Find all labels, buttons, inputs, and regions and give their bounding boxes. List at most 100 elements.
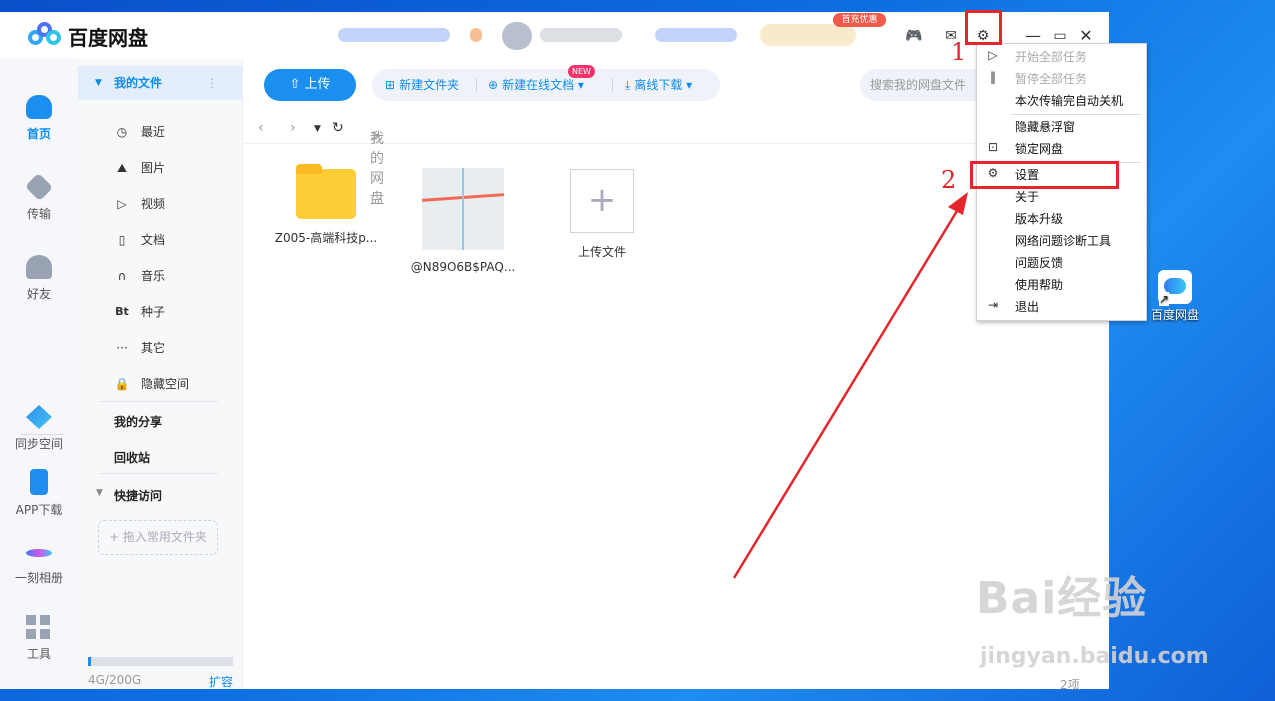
plus-icon: + (570, 169, 634, 233)
pause-icon: ‖ (990, 70, 996, 84)
blurred-region (338, 28, 450, 42)
game-icon[interactable]: 🎮 (904, 26, 924, 46)
promo-badge: 首充优惠 (833, 13, 886, 27)
sidebar-my-files[interactable]: ▼ 我的文件 ⋮ (78, 66, 242, 100)
divider (98, 401, 218, 402)
annotation-step-2: 2 (941, 166, 957, 194)
quota-bar (88, 657, 233, 666)
sidebar-item-label: 其它 (141, 341, 166, 355)
blurred-region (470, 28, 482, 42)
left-nav: 首页 传输 好友 同步空间 APP下载 一刻相册 工具 (0, 59, 78, 689)
sidebar-item-label: 图片 (141, 161, 166, 175)
quick-access-label: 快捷访问 (114, 489, 163, 503)
back-icon[interactable]: ‹ (258, 120, 264, 136)
bt-icon: Bt (115, 305, 129, 318)
baidu-jingyan-watermark: Bai经验 jingyan.baidu.com (976, 562, 1209, 669)
doc-plus-icon: ⊕ (488, 78, 499, 92)
friends-icon (26, 255, 52, 279)
more-vertical-icon[interactable]: ⋮ (206, 66, 218, 100)
avatar[interactable] (502, 22, 532, 50)
file-item[interactable]: Z005-高端科技p... (271, 157, 381, 246)
menu-item-lock[interactable]: 锁定网盘 (1015, 139, 1063, 159)
blurred-username (540, 28, 622, 42)
vip-button[interactable] (760, 24, 856, 46)
headphone-icon: ∩ (117, 269, 127, 283)
nav-album[interactable]: 一刻相册 (0, 539, 78, 586)
blurred-region (655, 28, 737, 42)
drop-folder-area[interactable]: + 拖入常用文件夹 (98, 520, 218, 555)
nav-friends[interactable]: 好友 (0, 255, 78, 302)
sidebar-item-label: 文档 (141, 233, 166, 247)
transfer-icon (24, 172, 54, 202)
title-bar: 百度网盘 首充优惠 🎮 ✉ ⚙ — ▭ ✕ (0, 12, 1109, 59)
nav-transfer-label: 传输 (26, 207, 51, 221)
new-folder-button[interactable]: ⊞ 新建文件夹 (385, 69, 459, 101)
nav-sync-space[interactable]: 同步空间 (0, 405, 78, 452)
quota-text: 4G/200G (88, 673, 142, 687)
offline-download-button[interactable]: ⤓ 离线下载 ▾ (625, 69, 692, 101)
cloud-icon (26, 95, 52, 119)
sidebar-item-label: 种子 (141, 305, 166, 319)
forward-icon[interactable]: › (290, 120, 296, 136)
file-toolbar: ⊞ 新建文件夹 ⊕ 新建在线文档 ▾ NEW ⤓ 离线下载 ▾ (372, 65, 720, 101)
refresh-icon[interactable]: ↻ (332, 120, 344, 136)
sidebar-item-label: 视频 (141, 197, 166, 211)
menu-item-about[interactable]: 关于 (1015, 187, 1039, 207)
sidebar-recycle-bin[interactable]: 回收站 (114, 449, 150, 466)
document-icon: ▯ (118, 233, 126, 247)
nav-app-download[interactable]: APP下载 (0, 469, 78, 518)
divider (476, 78, 477, 92)
menu-item-auto-shutdown[interactable]: 本次传输完自动关机 (1015, 91, 1123, 111)
nav-tools-label: 工具 (26, 647, 51, 661)
menu-item-pause-all[interactable]: 暂停全部任务 (1015, 69, 1087, 89)
sync-icon (26, 405, 52, 429)
menu-item-start-all[interactable]: 开始全部任务 (1015, 47, 1087, 67)
image-thumbnail (422, 168, 504, 250)
annotation-box-settings (970, 161, 1119, 189)
image-icon: ⛰ (116, 161, 128, 175)
history-dropdown-icon[interactable]: ▼ (314, 124, 321, 134)
menu-item-hide-float[interactable]: 隐藏悬浮窗 (1015, 117, 1075, 137)
upload-button[interactable]: ⇧ 上传 (264, 69, 356, 101)
nav-transfer[interactable]: 传输 (0, 172, 78, 222)
menu-item-exit[interactable]: 退出 (1015, 297, 1039, 317)
divider (98, 473, 218, 474)
nav-album-label: 一刻相册 (14, 571, 63, 585)
sidebar-quick-access[interactable]: ▼ 快捷访问 (96, 487, 163, 504)
phone-icon (30, 469, 48, 495)
baidu-netdisk-logo-icon (28, 22, 62, 48)
chevron-down-icon: ▼ (95, 78, 102, 88)
lock-icon: ⊡ (987, 140, 999, 154)
new-online-doc-label: 新建在线文档 (502, 78, 575, 92)
menu-item-feedback[interactable]: 问题反馈 (1015, 253, 1063, 273)
new-badge: NEW (568, 65, 595, 78)
menu-item-network-diagnose[interactable]: 网络问题诊断工具 (1015, 231, 1111, 251)
menu-item-help[interactable]: 使用帮助 (1015, 275, 1063, 295)
quota-bar-fill (88, 657, 91, 666)
lock-icon: 🔒 (114, 377, 130, 391)
annotation-step-1: 1 (951, 38, 967, 66)
play-icon: ▷ (117, 197, 127, 211)
nav-app-label: APP下载 (15, 503, 63, 517)
nav-tools[interactable]: 工具 (0, 615, 78, 662)
nav-home[interactable]: 首页 (0, 95, 78, 142)
desktop-shortcut-baidu-netdisk[interactable]: 百度网盘 (1147, 270, 1203, 323)
desktop-shortcut-label: 百度网盘 (1150, 308, 1199, 322)
baidu-netdisk-shortcut-icon (1158, 270, 1192, 306)
play-icon: ▷ (988, 48, 998, 62)
sidebar-my-share[interactable]: 我的分享 (114, 413, 162, 430)
sidebar-item-label: 最近 (141, 125, 166, 139)
nav-home-label: 首页 (26, 127, 51, 141)
upload-file-tile[interactable]: + 上传文件 (547, 157, 657, 260)
file-sidebar: ▼ 我的文件 ⋮ ◷ 最近 ⛰ 图片 ▷ 视频 ▯ 文档 ∩ 音乐 Bt 种子 (78, 59, 243, 689)
menu-item-upgrade[interactable]: 版本升级 (1015, 209, 1063, 229)
expand-link[interactable]: 扩容 (209, 673, 233, 690)
chevron-down-icon: ▼ (96, 488, 103, 498)
chevron-down-icon: ▾ (686, 78, 693, 92)
chevron-down-icon: ▾ (577, 78, 584, 92)
new-folder-label: 新建文件夹 (399, 78, 460, 92)
file-item[interactable]: @N89O6B$PAQ... (408, 168, 518, 274)
annotation-box-gear (965, 10, 1002, 45)
upload-icon: ⇧ (289, 77, 305, 92)
sidebar-item-label: 音乐 (141, 269, 166, 283)
